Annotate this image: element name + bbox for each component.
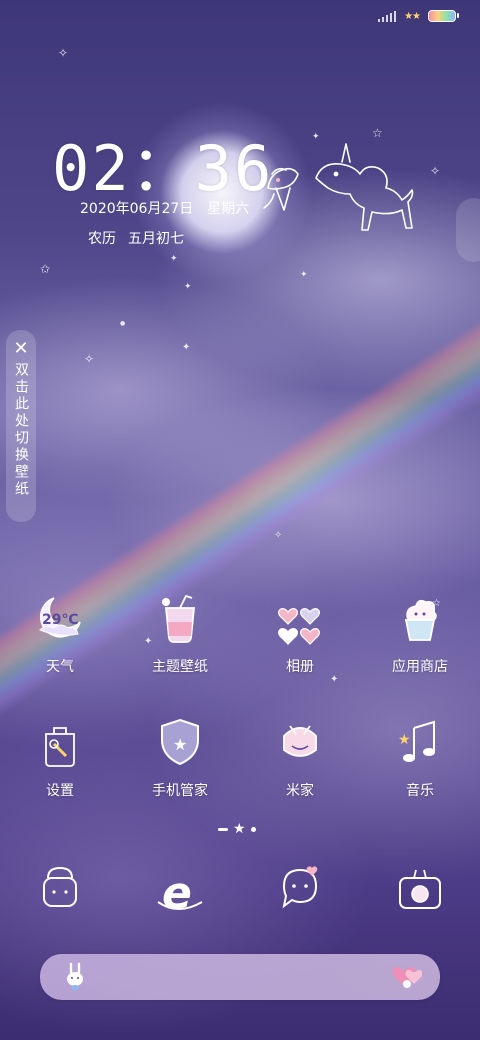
app-label: 相册 xyxy=(286,659,314,675)
side-drawer-handle[interactable] xyxy=(456,198,480,262)
page-dot-current-star: ★ xyxy=(233,821,246,837)
svg-text:★: ★ xyxy=(173,735,187,754)
date-line: 2020年06月27日 星期六 xyxy=(80,198,249,218)
mijia-icon xyxy=(272,714,328,770)
svg-text:★: ★ xyxy=(398,732,411,748)
app-label: 音乐 xyxy=(406,783,434,799)
unicorn-icecream-illustration xyxy=(263,143,414,231)
signal-icon xyxy=(378,10,397,22)
dock-messages[interactable] xyxy=(240,862,360,918)
app-store-icecream-icon: ☆ xyxy=(392,590,448,646)
app-settings[interactable]: 设置 xyxy=(0,714,120,800)
lunar-date: 五月初七 xyxy=(128,231,184,247)
wallpaper-switch-label: 双击此处切换壁纸 xyxy=(13,362,29,498)
settings-icon xyxy=(32,714,88,770)
gallery-hearts-icon xyxy=(272,590,328,646)
dock: e xyxy=(0,862,480,918)
clock-time[interactable]: 02：36 xyxy=(52,118,273,208)
search-bar[interactable] xyxy=(40,954,440,1000)
date: 2020年06月27日 xyxy=(80,201,194,217)
dock-camera[interactable] xyxy=(360,862,480,918)
camera-bunny-icon xyxy=(392,862,448,918)
heart-bunny-icon xyxy=(392,967,422,988)
page-dot xyxy=(250,826,256,832)
page-indicator[interactable]: ★ xyxy=(218,822,256,836)
wallpaper-switch-tab[interactable]: ✕ 双击此处切换壁纸 xyxy=(6,330,36,522)
battery-icon xyxy=(428,10,459,22)
app-label: 应用商店 xyxy=(392,659,448,675)
app-weather[interactable]: 29℃ 天气 xyxy=(0,590,120,676)
dock-browser[interactable]: e xyxy=(120,862,240,918)
app-music[interactable]: ★ 音乐 xyxy=(360,714,480,800)
close-icon[interactable]: ✕ xyxy=(13,340,28,358)
messages-ghost-icon xyxy=(272,862,328,918)
svg-text:☆: ☆ xyxy=(432,598,441,609)
app-gallery[interactable]: 相册 xyxy=(240,590,360,676)
lunar-line: 农历 五月初七 xyxy=(88,228,184,248)
app-label: 手机管家 xyxy=(152,783,208,799)
app-label: 设置 xyxy=(46,783,74,799)
theme-drink-icon xyxy=(152,590,208,646)
phone-bunny-icon xyxy=(32,862,88,918)
browser-e-icon: e xyxy=(152,862,208,918)
bunny-icon xyxy=(67,962,83,990)
app-label: 主题壁纸 xyxy=(152,659,208,675)
security-shield-icon: ★ xyxy=(152,714,208,770)
app-store[interactable]: ☆ 应用商店 xyxy=(360,590,480,676)
app-label: 天气 xyxy=(46,659,74,675)
page-dot xyxy=(218,827,228,831)
dock-phone[interactable] xyxy=(0,862,120,918)
weather-moon-icon: 29℃ xyxy=(32,590,88,646)
status-bar: ★★ xyxy=(378,10,459,22)
app-label: 米家 xyxy=(286,783,314,799)
stars-icon: ★★ xyxy=(404,10,421,22)
app-theme[interactable]: 主题壁纸 xyxy=(120,590,240,676)
svg-text:e: e xyxy=(162,868,192,918)
weekday: 星期六 xyxy=(207,201,250,217)
lunar-label: 农历 xyxy=(88,231,116,247)
app-mijia[interactable]: 米家 xyxy=(240,714,360,800)
app-security[interactable]: ★ 手机管家 xyxy=(120,714,240,800)
music-note-icon: ★ xyxy=(392,714,448,770)
app-row-1: 29℃ 天气 主题壁纸 相册 ☆ 应用商店 xyxy=(0,590,480,676)
app-row-2: 设置 ★ 手机管家 米家 ★ 音乐 xyxy=(0,714,480,800)
